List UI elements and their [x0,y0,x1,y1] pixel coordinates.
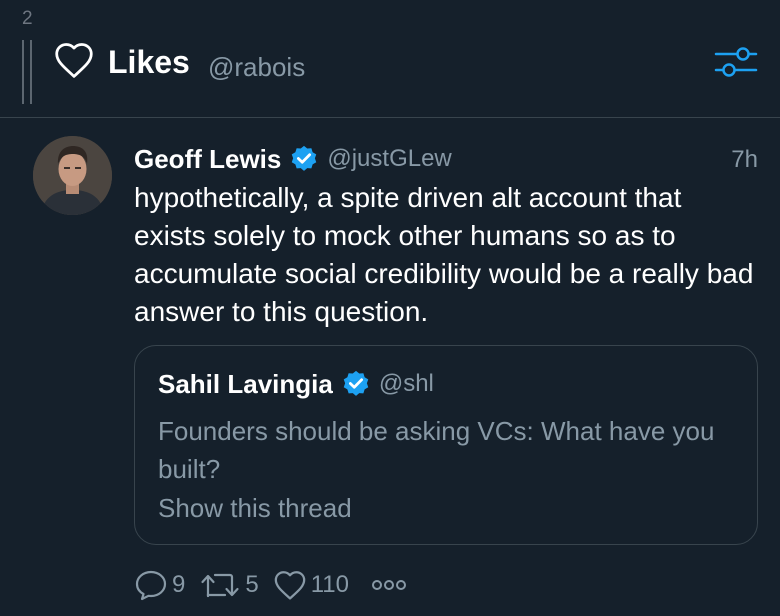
column-title: Likes [108,44,190,80]
column-handle: @rabois [208,52,306,82]
retweet-button[interactable]: 5 [199,569,259,601]
tweet[interactable]: Geoff Lewis @justGLew 7h hypothetically,… [0,119,780,616]
retweet-count: 5 [245,571,259,598]
more-dots-icon [371,580,406,590]
quoted-author-name: Sahil Lavingia [158,368,333,399]
quoted-tweet[interactable]: Sahil Lavingia @shl Founders should be a… [134,345,758,545]
quoted-author-handle: @shl [378,370,434,397]
quoted-tweet-text: Founders should be asking VCs: What have… [158,416,715,484]
quoted-tweet-header: Sahil Lavingia @shl [158,368,434,400]
heart-icon [55,43,93,78]
retweet-icon [201,573,239,598]
more-button[interactable] [371,578,407,592]
heart-icon [274,571,306,600]
tweet-actions: 9 5 110 [134,568,407,602]
avatar-image [33,136,112,215]
reply-button[interactable]: 9 [134,569,185,601]
show-thread-link[interactable]: Show this thread [158,493,352,524]
author-name[interactable]: Geoff Lewis [134,144,281,175]
tweet-header: Geoff Lewis @justGLew [134,143,452,175]
avatar[interactable] [33,136,112,215]
tweet-text: hypothetically, a spite driven alt accou… [134,182,754,327]
like-count: 110 [310,571,349,598]
like-button[interactable]: 110 [273,569,349,601]
sliders-icon[interactable] [713,42,759,82]
author-handle[interactable]: @justGLew [327,145,451,173]
column-header: Likes @rabois [0,0,780,118]
reply-icon [135,570,167,601]
reply-count: 9 [172,571,186,598]
verified-icon [292,145,317,171]
timestamp[interactable]: 7h [731,146,758,174]
verified-icon [343,370,369,396]
